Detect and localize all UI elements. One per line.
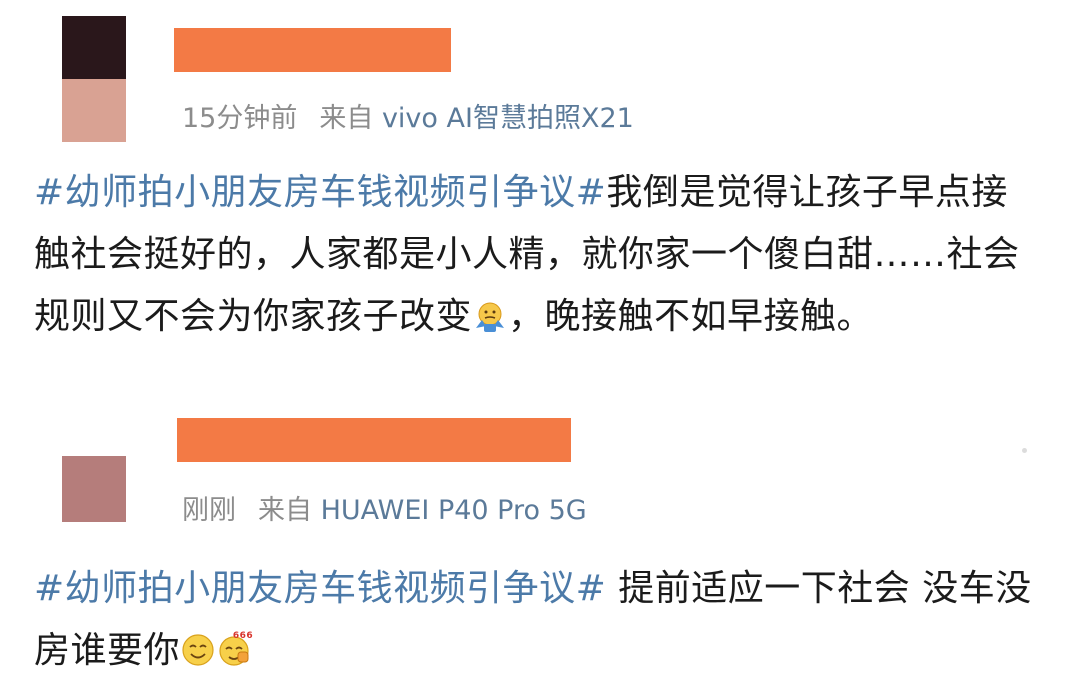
source-prefix: 来自 bbox=[258, 495, 312, 526]
avatar[interactable] bbox=[62, 456, 126, 522]
source-device[interactable]: vivo AI智慧拍照X21 bbox=[382, 103, 634, 134]
post-content: #幼师拍小朋友房车钱视频引争议#我倒是觉得让孩子早点接触社会挺好的，人家都是小人… bbox=[34, 162, 1044, 354]
source-device[interactable]: HUAWEI P40 Pro 5G bbox=[321, 495, 587, 526]
avatar-bottom-block bbox=[62, 79, 126, 142]
post-1: 15分钟前 来自 vivo AI智慧拍照X21 #幼师拍小朋友房车钱视频引争议#我… bbox=[0, 0, 1080, 400]
topic-link[interactable]: #幼师拍小朋友房车钱视频引争议# bbox=[34, 172, 606, 213]
post-meta: 15分钟前 来自 vivo AI智慧拍照X21 bbox=[182, 96, 634, 135]
avatar[interactable] bbox=[62, 16, 126, 142]
666-emoji: 666 bbox=[216, 626, 254, 688]
username-redacted[interactable] bbox=[177, 418, 571, 462]
corner-dot bbox=[1022, 448, 1027, 453]
source-prefix: 来自 bbox=[319, 103, 374, 134]
avatar-block bbox=[62, 456, 126, 522]
avatar-top-block bbox=[62, 16, 126, 79]
timestamp: 15分钟前 bbox=[182, 103, 298, 134]
username-redacted[interactable] bbox=[174, 28, 451, 72]
topic-link[interactable]: #幼师拍小朋友房车钱视频引争议# bbox=[34, 568, 606, 609]
666-emoji-text: 666 bbox=[233, 631, 253, 641]
post-meta: 刚刚 来自 HUAWEI P40 Pro 5G bbox=[182, 488, 587, 527]
smile-emoji bbox=[180, 626, 216, 688]
shrug-emoji bbox=[472, 292, 508, 354]
post-2: 刚刚 来自 HUAWEI P40 Pro 5G #幼师拍小朋友房车钱视频引争议# … bbox=[0, 400, 1080, 689]
timestamp: 刚刚 bbox=[182, 495, 236, 526]
post-content: #幼师拍小朋友房车钱视频引争议# 提前适应一下社会 没车没房谁要你 666 bbox=[34, 558, 1044, 688]
post-text-end: ，晚接触不如早接触。 bbox=[508, 296, 874, 337]
